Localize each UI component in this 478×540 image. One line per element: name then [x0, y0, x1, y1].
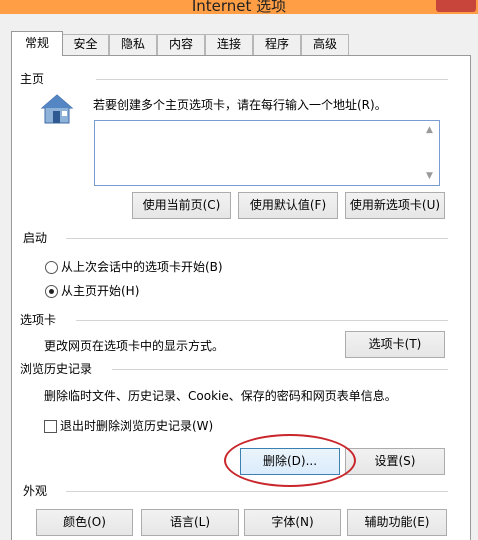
separator [66, 238, 448, 239]
tab-general[interactable]: 常规 [11, 31, 63, 56]
home-instruction: 若要创建多个主页选项卡，请在每行输入一个地址(R)。 [93, 98, 387, 112]
tabs-group: 选项卡 [0, 312, 460, 328]
home-page-urls-input[interactable]: ▲ ▼ [94, 120, 440, 186]
home-heading: 主页 [20, 71, 49, 87]
separator [112, 369, 448, 370]
close-button[interactable] [436, 0, 476, 12]
startup-home-radio[interactable] [45, 285, 58, 298]
accessibility-button[interactable]: 辅助功能(E) [347, 509, 447, 536]
tab-security[interactable]: 安全 [62, 34, 109, 55]
scroll-down-icon[interactable]: ▼ [426, 171, 433, 181]
tabs-description: 更改网页在选项卡中的显示方式。 [44, 339, 225, 353]
tab-label: 隐私 [120, 37, 145, 51]
button-label: 使用新选项卡(U) [349, 198, 441, 212]
startup-home-label: 从主页开始(H) [61, 284, 140, 298]
startup-last-session-radio[interactable] [45, 261, 58, 274]
button-label: 使用默认值(F) [249, 198, 327, 212]
startup-heading: 启动 [23, 230, 52, 246]
button-label: 字体(N) [271, 515, 314, 529]
tabs-button[interactable]: 选项卡(T) [345, 331, 445, 358]
use-default-button[interactable]: 使用默认值(F) [238, 192, 338, 219]
button-label: 辅助功能(E) [364, 515, 430, 529]
window-title: Internet 选项 [191, 0, 287, 15]
textarea-scrollbar[interactable]: ▲ ▼ [423, 121, 439, 185]
tab-advanced[interactable]: 高级 [301, 34, 349, 55]
fonts-button[interactable]: 字体(N) [244, 509, 341, 536]
use-new-tab-button[interactable]: 使用新选项卡(U) [345, 192, 445, 219]
tab-content[interactable]: 内容 [157, 34, 205, 55]
highlight-ellipse [224, 434, 356, 487]
delete-on-exit-checkbox[interactable] [44, 420, 57, 433]
startup-last-session-label: 从上次会话中的选项卡开始(B) [61, 260, 223, 274]
home-group: 主页 [0, 71, 460, 87]
button-label: 颜色(O) [63, 515, 106, 529]
use-current-button[interactable]: 使用当前页(C) [132, 192, 231, 219]
history-description: 删除临时文件、历史记录、Cookie、保存的密码和网页表单信息。 [44, 389, 397, 403]
separator [66, 491, 448, 492]
tab-label: 内容 [168, 37, 193, 51]
history-group: 浏览历史记录 [0, 361, 460, 377]
colors-button[interactable]: 颜色(O) [36, 509, 133, 536]
history-settings-button[interactable]: 设置(S) [345, 448, 445, 475]
separator [76, 320, 448, 321]
button-label: 设置(S) [374, 454, 416, 468]
tab-label: 连接 [216, 37, 241, 51]
appearance-group: 外观 [0, 483, 460, 499]
home-icon [40, 94, 74, 124]
tab-label: 高级 [312, 37, 337, 51]
startup-group: 启动 [0, 230, 460, 246]
tab-programs[interactable]: 程序 [253, 34, 301, 55]
tabs-heading: 选项卡 [20, 312, 61, 328]
scroll-up-icon[interactable]: ▲ [426, 125, 433, 135]
button-label: 使用当前页(C) [142, 198, 221, 212]
tab-label: 程序 [264, 37, 289, 51]
languages-button[interactable]: 语言(L) [141, 509, 239, 536]
tab-strip: 常规 安全 隐私 内容 连接 程序 高级 [11, 31, 471, 56]
delete-on-exit-label: 退出时删除浏览历史记录(W) [60, 419, 214, 433]
tab-privacy[interactable]: 隐私 [109, 34, 157, 55]
separator [96, 79, 448, 80]
button-label: 语言(L) [169, 515, 211, 529]
tab-label: 常规 [24, 36, 49, 50]
tab-connections[interactable]: 连接 [205, 34, 253, 55]
appearance-heading: 外观 [23, 483, 52, 499]
tab-label: 安全 [73, 37, 98, 51]
history-heading: 浏览历史记录 [20, 361, 97, 377]
button-label: 选项卡(T) [368, 337, 422, 351]
